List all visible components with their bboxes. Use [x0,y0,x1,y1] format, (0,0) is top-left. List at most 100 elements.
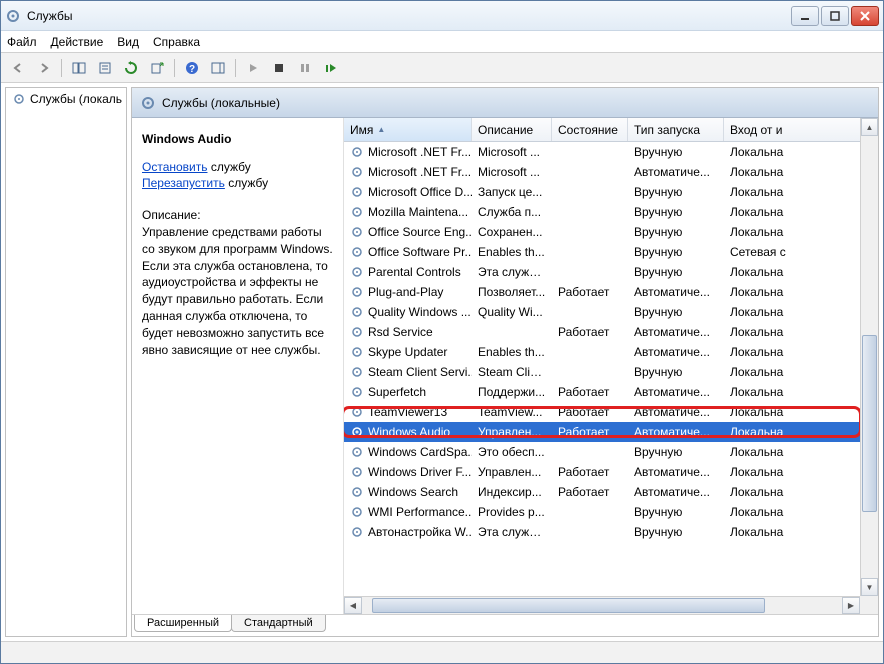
menubar: Файл Действие Вид Справка [1,31,883,53]
table-row[interactable]: Office Software Pr...Enables th...Вручну… [344,242,878,262]
scroll-track[interactable] [362,597,842,614]
table-row[interactable]: Parental ControlsЭта служб...ВручнуюЛока… [344,262,878,282]
gear-icon [350,205,364,219]
table-row[interactable]: Windows CardSpa...Это обесп...ВручнуюЛок… [344,442,878,462]
cell-logon: Локальна [724,345,878,359]
cell-logon: Локальна [724,285,878,299]
table-row[interactable]: Rsd ServiceРаботаетАвтоматиче...Локальна [344,322,878,342]
scroll-corner [860,596,878,614]
table-row[interactable]: Mozilla Maintena...Служба п...ВручнуюЛок… [344,202,878,222]
show-hide-action-pane-button[interactable] [207,57,229,79]
cell-logon: Локальна [724,305,878,319]
table-row[interactable]: Microsoft Office D...Запуск це...Вручную… [344,182,878,202]
minimize-button[interactable] [791,6,819,26]
column-state[interactable]: Состояние [552,118,628,141]
cell-description: Microsoft ... [472,165,552,179]
column-startup-type[interactable]: Тип запуска [628,118,724,141]
table-row[interactable]: Office Source Eng...Сохранен...ВручнуюЛо… [344,222,878,242]
menu-action[interactable]: Действие [51,35,104,49]
table-row[interactable]: Skype UpdaterEnables th...Автоматиче...Л… [344,342,878,362]
stop-suffix: службу [208,160,251,174]
cell-description: Enables th... [472,245,552,259]
cell-description: Это обесп... [472,445,552,459]
maximize-button[interactable] [821,6,849,26]
table-row[interactable]: SuperfetchПоддержи...РаботаетАвтоматиче.… [344,382,878,402]
help-button[interactable]: ? [181,57,203,79]
service-name-text: Microsoft .NET Fr... [368,145,471,159]
cell-description: Steam Clie... [472,365,552,379]
cell-startup-type: Автоматиче... [628,485,724,499]
table-row[interactable]: Windows SearchИндексир...РаботаетАвтомат… [344,482,878,502]
table-row[interactable]: Plug-and-PlayПозволяет...РаботаетАвтомат… [344,282,878,302]
column-name[interactable]: Имя▲ [344,118,472,141]
cell-description: Управлен... [472,465,552,479]
rows-container[interactable]: Microsoft .NET Fr...Microsoft ... Вручную… [344,142,878,614]
cell-name: Microsoft .NET Fr... [344,145,472,159]
table-row[interactable]: Windows Driver F...Управлен...РаботаетАв… [344,462,878,482]
menu-file[interactable]: Файл [7,35,37,49]
export-button[interactable] [146,57,168,79]
window-controls [791,6,879,26]
stop-service-line: Остановить службу [142,160,333,174]
cell-description: Provides p... [472,505,552,519]
cell-logon: Локальна [724,505,878,519]
svg-text:?: ? [189,64,195,75]
cell-name: Parental Controls [344,265,472,279]
scroll-track[interactable] [861,136,878,578]
close-button[interactable] [851,6,879,26]
start-service-button[interactable] [242,57,264,79]
tab-standard[interactable]: Стандартный [231,615,326,632]
refresh-button[interactable] [120,57,142,79]
restart-service-button[interactable] [320,57,342,79]
scroll-up-button[interactable]: ▲ [861,118,878,136]
table-row[interactable]: TeamViewer13TeamView...РаботаетАвтоматич… [344,402,878,422]
stop-service-button[interactable] [268,57,290,79]
show-hide-tree-button[interactable] [68,57,90,79]
column-logon[interactable]: Вход от и [724,118,878,141]
cell-name: Windows Audio [344,425,472,439]
scroll-down-button[interactable]: ▼ [861,578,878,596]
cell-startup-type: Автоматиче... [628,405,724,419]
cell-logon: Локальна [724,365,878,379]
restart-service-link[interactable]: Перезапустить [142,176,225,190]
stop-service-link[interactable]: Остановить [142,160,208,174]
gear-icon [350,345,364,359]
tree-root-item[interactable]: Службы (локаль [6,88,126,110]
content-area: Службы (локаль Службы (локальные) Window… [1,83,883,641]
scroll-right-button[interactable]: ▶ [842,597,860,614]
scroll-thumb[interactable] [372,598,766,613]
cell-logon: Локальна [724,225,878,239]
menu-help[interactable]: Справка [153,35,200,49]
horizontal-scrollbar[interactable]: ◀ ▶ [344,596,860,614]
properties-button[interactable] [94,57,116,79]
forward-button[interactable] [33,57,55,79]
cell-description: Сохранен... [472,225,552,239]
cell-logon: Локальна [724,265,878,279]
table-row[interactable]: Steam Client Servi...Steam Clie...Вручну… [344,362,878,382]
pause-service-button[interactable] [294,57,316,79]
table-row[interactable]: Автонастройка W...Эта служб...ВручнуюЛок… [344,522,878,542]
tab-extended[interactable]: Расширенный [134,615,232,632]
vertical-scrollbar[interactable]: ▲ ▼ [860,118,878,596]
table-row[interactable]: Microsoft .NET Fr...Microsoft ...Автомат… [344,162,878,182]
scroll-left-button[interactable]: ◀ [344,597,362,614]
titlebar[interactable]: Службы [1,1,883,31]
table-row[interactable]: Quality Windows ...Quality Wi...ВручнуюЛ… [344,302,878,322]
table-row[interactable]: Microsoft .NET Fr...Microsoft ...Вручную… [344,142,878,162]
cell-description: Quality Wi... [472,305,552,319]
cell-name: Mozilla Maintena... [344,205,472,219]
cell-name: TeamViewer13 [344,405,472,419]
scroll-thumb[interactable] [862,335,877,512]
column-description[interactable]: Описание [472,118,552,141]
table-row[interactable]: Windows AudioУправлен...РаботаетАвтомати… [344,422,878,442]
cell-startup-type: Вручную [628,505,724,519]
gear-icon [350,225,364,239]
cell-startup-type: Автоматиче... [628,345,724,359]
back-button[interactable] [7,57,29,79]
service-name-text: Plug-and-Play [368,285,443,299]
tree-pane[interactable]: Службы (локаль [5,87,127,637]
table-row[interactable]: WMI Performance...Provides p... ВручнуюЛо… [344,502,878,522]
menu-view[interactable]: Вид [117,35,139,49]
cell-name: WMI Performance... [344,505,472,519]
view-tabs: Расширенный Стандартный [132,614,878,636]
